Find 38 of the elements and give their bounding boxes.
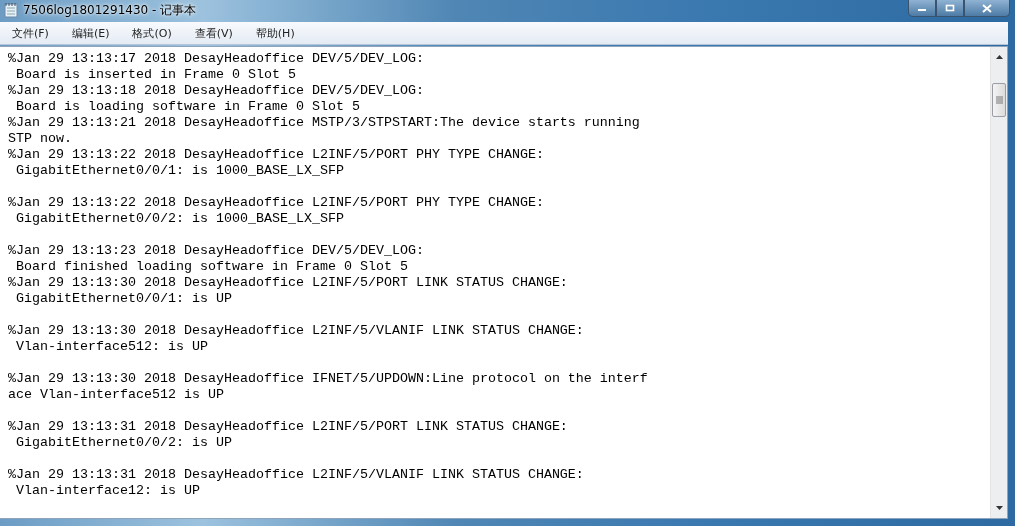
scroll-up-icon[interactable] [995,55,1003,59]
menu-item[interactable]: 查看(V) [182,25,241,41]
log-line: STP now. [8,131,73,147]
log-line: Vlan-interface12: is UP [15,483,201,499]
log-line: %Jan 29 13:13:18 2018 DesayHeadoffice DEV/5/DEV_LOG: [8,83,425,99]
log-line: %Jan 29 13:13:17 2018 DesayHeadoffice DEV/5/DEV_LOG: [8,51,425,67]
log-line: %Jan 29 13:13:30 2018 DesayHeadoffice L2INF/5/VLANIF LINK STATUS CHANGE: [8,323,585,339]
log-line: GigabitEthernet0/0/1: is UP [15,291,233,308]
log-line: %Jan 29 13:13:30 2018 DesayHeadoffice L2INF/5/PORT LINK STATUS CHANGE: [8,275,569,291]
log-line: GigabitEthernet0/0/1: is 1000_BASE_LX_SFP [15,163,345,180]
log-line: %Jan 29 13:13:23 2018 DesayHeadoffice DEV/5/DEV_LOG: [8,243,425,259]
log-line: Board is inserted in Frame 0 Slot 5 [15,67,297,83]
log-line: GigabitEthernet0/0/2: is UP [15,435,233,452]
close-button[interactable] [964,0,1010,17]
log-line: %Jan 29 13:13:31 2018 DesayHeadoffice L2INF/5/VLANIF LINK STATUS CHANGE: [8,467,585,483]
menu-item[interactable]: 文件(F) [0,25,57,41]
log-line: Vlan-interface512: is UP [15,339,209,356]
minimize-button[interactable] [908,0,936,17]
log-line: Board finished loading software in Frame 0 Slot 5 [15,259,409,275]
log-line: Board is loading software in Frame 0 Slot 5 [15,99,361,115]
log-line: %Jan 29 13:13:22 2018 DesayHeadoffice L2INF/5/PORT PHY TYPE CHANGE: [8,147,545,163]
menu-item[interactable]: 编辑(E) [59,25,118,41]
notepad-icon [4,2,18,18]
log-line: %Jan 29 13:13:22 2018 DesayHeadoffice L2INF/5/PORT PHY TYPE CHANGE: [8,195,545,211]
close-icon [982,3,992,13]
log-line: GigabitEthernet0/0/2: is 1000_BASE_LX_SFP [15,211,345,228]
log-line: %Jan 29 13:13:21 2018 DesayHeadoffice MSTP/3/STPSTART:The device starts running [8,115,641,131]
maximize-icon [945,4,955,12]
menu-item[interactable]: 格式(O) [120,25,180,41]
log-line: %Jan 29 13:13:31 2018 DesayHeadoffice L2INF/5/PORT LINK STATUS CHANGE: [8,419,569,435]
menu-item[interactable]: 帮助(H) [243,25,303,41]
vertical-scrollbar[interactable] [990,47,1007,518]
log-line: ace Vlan-interface512 is UP [8,387,225,404]
scroll-thumb[interactable] [992,83,1006,117]
window-title: 7506log1801291430 - 记事本 [23,1,197,19]
maximize-button[interactable] [936,0,964,17]
scroll-down-icon[interactable] [995,506,1003,510]
log-line: %Jan 29 13:13:30 2018 DesayHeadoffice IFNET/5/UPDOWN:Line protocol on the interf [8,371,649,387]
